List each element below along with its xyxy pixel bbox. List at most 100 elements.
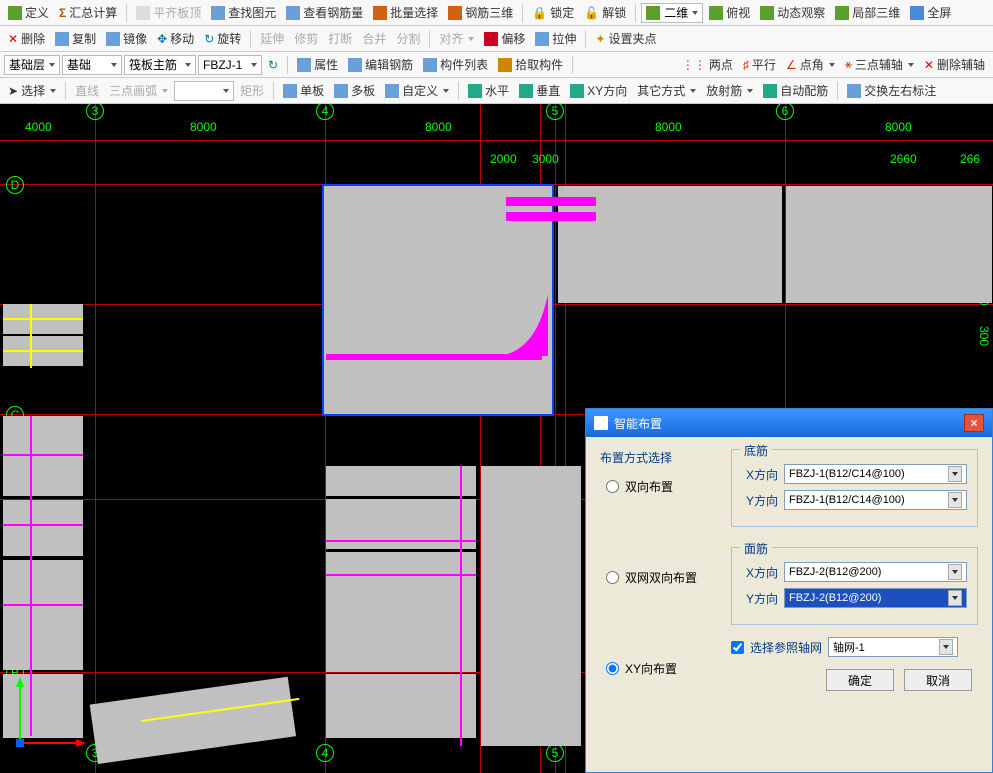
define-btn[interactable]: 定义 (4, 2, 53, 23)
threeptaux-btn[interactable]: ⚹三点辅轴 (841, 54, 918, 75)
radio-dualnet-input[interactable] (606, 571, 619, 584)
radio-dual[interactable]: 双向布置 (606, 478, 715, 495)
autobar-icon (763, 84, 777, 98)
dynview-btn[interactable]: 动态观察 (756, 2, 829, 23)
complist-btn[interactable]: 构件列表 (419, 54, 492, 75)
props-btn[interactable]: 属性 (293, 54, 342, 75)
select-btn[interactable]: ➤选择 (4, 80, 60, 101)
bottom-legend: 底筋 (740, 442, 772, 459)
move-btn[interactable]: ✥移动 (153, 28, 198, 49)
2d-dd[interactable]: 二维 (641, 3, 703, 23)
mirror-btn[interactable]: 镜像 (102, 28, 151, 49)
editrebar-btn[interactable]: 编辑钢筋 (344, 54, 417, 75)
delaux-btn[interactable]: ✕删除辅轴 (920, 54, 989, 75)
sep (572, 56, 573, 74)
rebar-line (3, 350, 83, 352)
radio-dualnet[interactable]: 双网双向布置 (606, 569, 715, 586)
offset-btn[interactable]: 偏移 (480, 28, 529, 49)
radio-dual-input[interactable] (606, 480, 619, 493)
refresh-btn[interactable]: ↻ (264, 56, 282, 74)
bottom-y-select[interactable]: FBZJ-1(B12/C14@100) (784, 490, 967, 510)
chevron-down-icon (948, 564, 962, 580)
single-btn[interactable]: 单板 (279, 80, 328, 101)
copy-btn[interactable]: 复制 (51, 28, 100, 49)
local3d-btn[interactable]: 局部三维 (831, 2, 904, 23)
align2-btn[interactable]: 对齐 (435, 28, 478, 49)
rebarqty-btn[interactable]: 查看钢筋量 (282, 2, 367, 23)
pick-icon (498, 58, 512, 72)
close-icon[interactable]: × (964, 414, 984, 432)
empty-dd[interactable] (174, 81, 234, 101)
props-icon (297, 58, 311, 72)
setgrips-btn[interactable]: ✦设置夹点 (591, 28, 660, 49)
grips-icon: ✦ (595, 32, 605, 46)
swap-btn[interactable]: 交换左右标注 (843, 80, 940, 101)
foundation-dd[interactable]: 基础 (62, 55, 122, 75)
extend-btn[interactable]: 延伸 (256, 28, 288, 49)
sep (837, 82, 838, 100)
parallel-icon: ♯ (743, 58, 749, 72)
other-btn[interactable]: 其它方式 (633, 80, 700, 101)
threept-icon: ⚹ (845, 57, 852, 72)
toolbar-1: 定义 Σ汇总计算 平齐板顶 查找图元 查看钢筋量 批量选择 钢筋三维 🔒锁定 🔓… (0, 0, 993, 26)
fullscreen-btn[interactable]: 全屏 (906, 2, 955, 23)
rebar3d-btn[interactable]: 钢筋三维 (444, 2, 517, 23)
unlock-btn[interactable]: 🔓解锁 (580, 2, 630, 23)
twopt-btn[interactable]: ⋮⋮两点 (678, 54, 737, 75)
autobar-btn[interactable]: 自动配筋 (759, 80, 832, 101)
rebar-line (3, 604, 83, 606)
line-btn[interactable]: 直线 (71, 80, 103, 101)
horiz-btn[interactable]: 水平 (464, 80, 513, 101)
sum-btn[interactable]: Σ汇总计算 (55, 2, 121, 23)
custom-btn[interactable]: 自定义 (381, 80, 453, 101)
chevron-down-icon (939, 639, 953, 655)
axis-5b: 5 (546, 744, 564, 762)
vert-icon (519, 84, 533, 98)
parallel-btn[interactable]: ♯平行 (739, 54, 780, 75)
ortho-btn[interactable]: 俯视 (705, 2, 754, 23)
arc3pt-btn[interactable]: 三点画弧 (105, 80, 172, 101)
dim-3000: 3000 (532, 152, 559, 166)
split-btn[interactable]: 分割 (392, 28, 424, 49)
trim-btn[interactable]: 修剪 (290, 28, 322, 49)
refgrid-checkbox[interactable] (731, 641, 744, 654)
ptangle-btn[interactable]: ∠点角 (782, 54, 839, 75)
viewbar-btn[interactable]: 查找图元 (207, 2, 280, 23)
cancel-button[interactable]: 取消 (904, 669, 972, 691)
dim-266: 266 (960, 152, 980, 166)
align-btn[interactable]: 平齐板顶 (132, 2, 205, 23)
pickcomp-btn[interactable]: 拾取构件 (494, 54, 567, 75)
top-y-select[interactable]: FBZJ-2(B12@200) (784, 588, 967, 608)
chevron-down-icon (948, 492, 962, 508)
break-btn[interactable]: 打断 (324, 28, 356, 49)
rotate-btn[interactable]: ↻旋转 (200, 28, 245, 49)
rect-btn[interactable]: 矩形 (236, 80, 268, 101)
vert-btn[interactable]: 垂直 (515, 80, 564, 101)
2d-icon (646, 6, 660, 20)
top-legend: 面筋 (740, 540, 772, 557)
radio-xydir[interactable]: XY向布置 (606, 660, 715, 677)
lock-btn[interactable]: 🔒锁定 (528, 2, 578, 23)
top-x-select[interactable]: FBZJ-2(B12@200) (784, 562, 967, 582)
ok-button[interactable]: 确定 (826, 669, 894, 691)
layer-dd[interactable]: 基础层 (4, 55, 60, 75)
refgrid-select[interactable]: 轴网-1 (828, 637, 958, 657)
slab (481, 466, 581, 746)
stretch-btn[interactable]: 拉伸 (531, 28, 580, 49)
slab (3, 560, 83, 670)
multi-btn[interactable]: 多板 (330, 80, 379, 101)
copy-icon (55, 32, 69, 46)
slab (326, 466, 476, 496)
bottom-x-select[interactable]: FBZJ-1(B12/C14@100) (784, 464, 967, 484)
dialog-title-bar[interactable]: 智能布置 × (586, 409, 992, 437)
mainbar-dd[interactable]: 筏板主筋 (124, 55, 196, 75)
radial-btn[interactable]: 放射筋 (702, 80, 757, 101)
axis-3: 3 (86, 104, 104, 120)
rebar-line (3, 318, 83, 320)
delete-btn[interactable]: ✕删除 (4, 28, 49, 49)
merge-btn[interactable]: 合并 (358, 28, 390, 49)
batchsel-btn[interactable]: 批量选择 (369, 2, 442, 23)
fbzj-dd[interactable]: FBZJ-1 (198, 55, 262, 75)
radio-xydir-input[interactable] (606, 662, 619, 675)
xydir-btn[interactable]: XY方向 (566, 80, 631, 101)
